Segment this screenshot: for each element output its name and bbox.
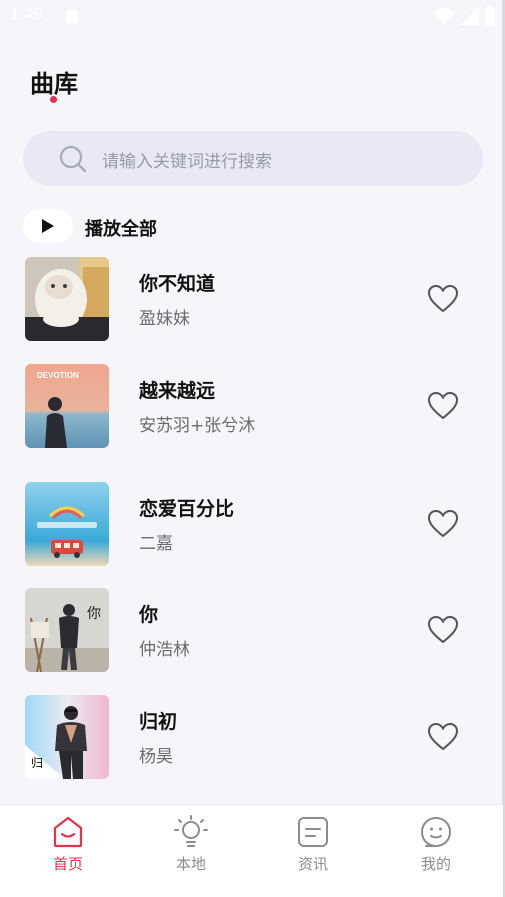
cover-text: DEVOTION	[37, 371, 79, 380]
svg-text:归: 归	[31, 756, 43, 770]
battery-icon	[485, 6, 495, 26]
tab-label: 我的	[420, 855, 451, 873]
status-time: 1:49	[10, 6, 44, 23]
play-all-button[interactable]	[23, 209, 73, 243]
tab-local[interactable]: 本地	[156, 813, 226, 883]
song-artist: 盈妹妹	[139, 309, 190, 329]
song-title: 恋爱百分比	[139, 498, 235, 520]
heart-icon[interactable]	[428, 510, 458, 538]
song-item[interactable]: 你 你 仲浩林	[25, 588, 495, 672]
tab-label: 资讯	[297, 855, 328, 873]
song-title: 你不知道	[139, 273, 216, 295]
search-icon	[59, 145, 87, 173]
song-artist: 杨昊	[139, 747, 173, 767]
song-item[interactable]: DEVOTION 越来越远 安苏羽+张兮沐	[25, 364, 495, 448]
heart-icon[interactable]	[428, 616, 458, 644]
svg-text:你: 你	[87, 606, 101, 622]
song-artist: 仲浩林	[139, 640, 190, 660]
status-bar: 1:49	[0, 0, 505, 34]
album-cover: 你	[25, 588, 109, 672]
page-title: 曲库	[30, 70, 78, 98]
status-indicators	[433, 6, 495, 26]
signal-icon	[461, 7, 479, 25]
heart-icon[interactable]	[428, 392, 458, 420]
play-icon	[42, 219, 54, 233]
tab-label: 首页	[52, 855, 83, 873]
song-item[interactable]: 归 归初 杨昊	[25, 695, 495, 779]
song-item[interactable]: 恋爱百分比 二嘉	[25, 482, 495, 566]
album-cover	[25, 257, 109, 341]
bottom-tab-bar: 首页 本地 资讯 我的	[0, 804, 503, 897]
search-placeholder: 请输入关键词进行搜索	[102, 152, 272, 172]
home-icon	[53, 816, 83, 848]
tab-label: 本地	[175, 855, 206, 873]
bulb-icon	[174, 815, 208, 847]
play-all-label: 播放全部	[85, 219, 157, 240]
sim-icon	[66, 10, 78, 23]
album-cover: 归	[25, 695, 109, 779]
album-cover	[25, 482, 109, 566]
song-artist: 安苏羽+张兮沐	[139, 416, 256, 436]
heart-icon[interactable]	[428, 723, 458, 751]
album-cover: DEVOTION	[25, 364, 109, 448]
search-input[interactable]: 请输入关键词进行搜索	[23, 131, 483, 186]
news-icon	[298, 817, 328, 847]
song-title: 归初	[139, 711, 178, 733]
song-artist: 二嘉	[139, 534, 173, 554]
tab-home[interactable]: 首页	[33, 813, 103, 883]
song-title: 越来越远	[139, 380, 216, 402]
profile-icon	[420, 816, 452, 847]
tab-news[interactable]: 资讯	[278, 813, 348, 883]
tab-profile[interactable]: 我的	[401, 813, 471, 883]
title-indicator-dot	[50, 96, 57, 103]
wifi-icon	[433, 8, 455, 24]
song-item[interactable]: 你不知道 盈妹妹	[25, 257, 495, 341]
heart-icon[interactable]	[428, 285, 458, 313]
song-title: 你	[139, 604, 159, 626]
